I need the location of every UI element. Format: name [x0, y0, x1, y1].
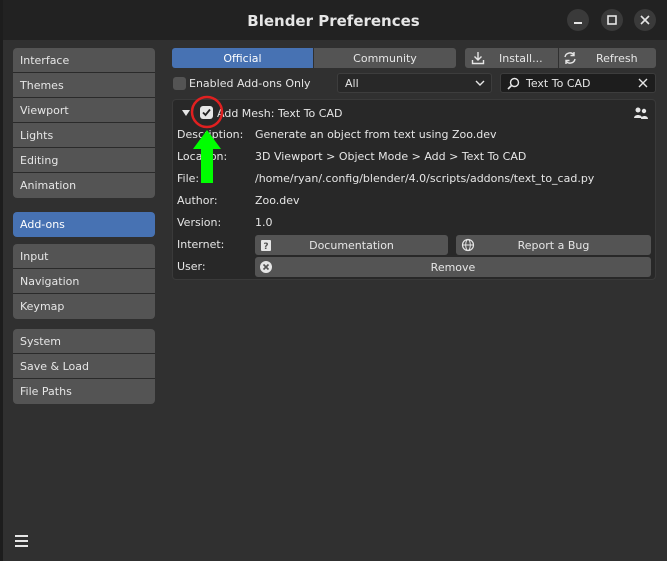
author-value: Zoo.dev [255, 194, 300, 207]
install-icon [471, 52, 485, 65]
sidebar-item-editing[interactable]: Editing [13, 148, 155, 173]
annotation-circle [190, 95, 224, 129]
file-value: /home/ryan/.config/blender/4.0/scripts/a… [255, 172, 595, 185]
minimize-button[interactable] [567, 9, 589, 31]
sidebar-item-save-load[interactable]: Save & Load [13, 354, 155, 379]
report-bug-label: Report a Bug [517, 238, 590, 252]
tab-community[interactable]: Community [314, 48, 456, 68]
title-bar: Blender Preferences [0, 0, 667, 40]
search-icon [507, 77, 520, 90]
background-edge [0, 0, 3, 561]
version-label: Version: [177, 216, 222, 229]
minimize-icon [574, 22, 582, 24]
annotation-arrow-up-icon [193, 130, 221, 183]
chevron-down-icon [475, 80, 485, 86]
tab-official[interactable]: Official [172, 48, 313, 68]
enabled-only-label: Enabled Add-ons Only [189, 77, 311, 90]
preferences-window: Blender Preferences Interface Themes Vie… [0, 0, 667, 561]
search-value: Text To CAD [526, 76, 591, 90]
annotation-overlay [190, 95, 224, 183]
sidebar-group-addons: Add-ons [13, 212, 155, 237]
category-value: All [345, 76, 359, 90]
close-button[interactable] [634, 9, 656, 31]
sidebar-item-viewport[interactable]: Viewport [13, 98, 155, 123]
install-label: Install... [499, 51, 543, 65]
sidebar-item-input[interactable]: Input [13, 244, 155, 269]
sidebar-item-file-paths[interactable]: File Paths [13, 379, 155, 404]
internet-label: Internet: [177, 238, 225, 251]
install-button[interactable]: Install... [465, 48, 558, 68]
sidebar-group-system: System Save & Load File Paths [13, 329, 155, 404]
refresh-icon [564, 52, 576, 64]
sidebar-item-themes[interactable]: Themes [13, 73, 155, 98]
remove-label: Remove [430, 260, 476, 274]
author-label: Author: [177, 194, 218, 207]
sidebar-group-input: Input Navigation Keymap [13, 244, 155, 319]
hamburger-menu-button[interactable] [14, 534, 30, 548]
sidebar-item-lights[interactable]: Lights [13, 123, 155, 148]
hamburger-icon [15, 535, 28, 547]
sidebar-group-interface: Interface Themes Viewport Lights Editing… [13, 48, 155, 198]
remove-button[interactable]: Remove [255, 257, 651, 277]
report-bug-button[interactable]: Report a Bug [456, 235, 651, 255]
maximize-icon [607, 15, 617, 25]
sidebar-item-interface[interactable]: Interface [13, 48, 155, 73]
category-dropdown[interactable]: All [337, 73, 492, 93]
close-icon [640, 15, 650, 25]
sidebar-item-addons[interactable]: Add-ons [13, 212, 155, 237]
sidebar-item-navigation[interactable]: Navigation [13, 269, 155, 294]
version-value: 1.0 [255, 216, 273, 229]
documentation-label: Documentation [309, 238, 394, 252]
refresh-button[interactable]: Refresh [559, 48, 656, 68]
search-field[interactable]: Text To CAD [500, 73, 656, 93]
location-value: 3D Viewport > Object Mode > Add > Text T… [255, 150, 527, 163]
documentation-button[interactable]: ? Documentation [255, 235, 448, 255]
community-users-icon [634, 107, 648, 119]
sidebar-item-animation[interactable]: Animation [13, 173, 155, 198]
clear-search-icon[interactable] [638, 78, 648, 88]
sidebar-item-system[interactable]: System [13, 329, 155, 354]
user-label: User: [177, 260, 206, 273]
enabled-only-checkbox[interactable] [173, 77, 186, 90]
maximize-button[interactable] [601, 9, 623, 31]
addon-name: Add Mesh: Text To CAD [217, 107, 343, 120]
refresh-label: Refresh [596, 51, 638, 65]
description-value: Generate an object from text using Zoo.d… [255, 128, 497, 141]
sidebar-item-keymap[interactable]: Keymap [13, 294, 155, 319]
